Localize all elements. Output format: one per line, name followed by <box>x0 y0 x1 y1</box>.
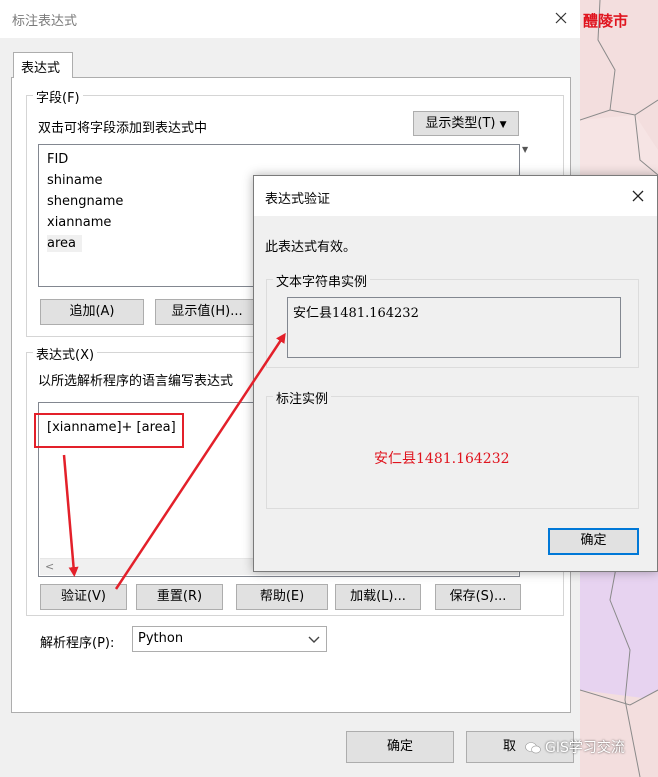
scroll-left-icon[interactable]: < <box>45 560 54 573</box>
verify-dialog-title-bar: 表达式验证 <box>254 176 657 216</box>
expression-group-title: 表达式(X) <box>33 344 98 363</box>
close-icon[interactable] <box>630 188 646 204</box>
label-sample-text: 安仁县1481.164232 <box>374 451 510 467</box>
show-type-button[interactable]: 显示类型(T) ▼ <box>413 111 519 136</box>
verify-message: 此表达式有效。 <box>265 240 357 255</box>
scroll-up-arrow-icon[interactable]: ▼ <box>522 145 528 154</box>
field-item-shiname[interactable]: shiname <box>47 173 103 188</box>
expression-verify-dialog: 表达式验证 此表达式有效。 文本字符串实例 安仁县1481.164232 标注实… <box>253 175 658 572</box>
verify-ok-button[interactable]: 确定 <box>548 528 639 555</box>
expression-highlight-box <box>34 413 184 448</box>
close-icon[interactable] <box>552 9 570 27</box>
add-button[interactable]: 追加(A) <box>40 299 144 325</box>
text-sample-field: 安仁县1481.164232 <box>287 297 621 358</box>
watermark-text: GIS学习交流 <box>545 740 625 756</box>
fields-group-title: 字段(F) <box>33 87 83 106</box>
show-values-button[interactable]: 显示值(H)... <box>155 299 259 325</box>
load-button[interactable]: 加载(L)... <box>335 584 421 610</box>
parser-select[interactable]: Python <box>132 626 327 652</box>
save-button[interactable]: 保存(S)... <box>435 584 521 610</box>
fields-hint: 双击可将字段添加到表达式中 <box>38 121 208 136</box>
field-item-area[interactable]: area <box>47 235 82 252</box>
watermark: GIS学习交流 <box>525 737 625 757</box>
help-button[interactable]: 帮助(E) <box>236 584 328 610</box>
field-item-xianname[interactable]: xianname <box>47 215 111 230</box>
text-sample-title: 文本字符串实例 <box>273 271 371 290</box>
cancel-button-label: 取 <box>503 739 517 754</box>
dropdown-arrow-icon: ▼ <box>499 120 507 130</box>
expression-hint: 以所选解析程序的语言编写表达式 <box>38 374 234 389</box>
title-bar: 标注表达式 <box>0 0 580 38</box>
chevron-down-icon <box>308 636 320 643</box>
verify-dialog-title: 表达式验证 <box>265 192 331 207</box>
map-city-label: 醴陵市 <box>583 12 629 30</box>
field-item-shengname[interactable]: shengname <box>47 194 123 209</box>
parser-label: 解析程序(P): <box>40 636 115 651</box>
wechat-icon <box>525 742 541 754</box>
show-type-label: 显示类型(T) <box>425 116 496 131</box>
tab-expression[interactable]: 表达式 <box>13 52 73 78</box>
field-item-fid[interactable]: FID <box>47 152 68 167</box>
ok-button[interactable]: 确定 <box>346 731 454 763</box>
parser-value: Python <box>138 631 184 646</box>
reset-button[interactable]: 重置(R) <box>136 584 223 610</box>
label-sample-title: 标注实例 <box>273 388 332 407</box>
window-title: 标注表达式 <box>12 14 78 29</box>
verify-button[interactable]: 验证(V) <box>40 584 127 610</box>
